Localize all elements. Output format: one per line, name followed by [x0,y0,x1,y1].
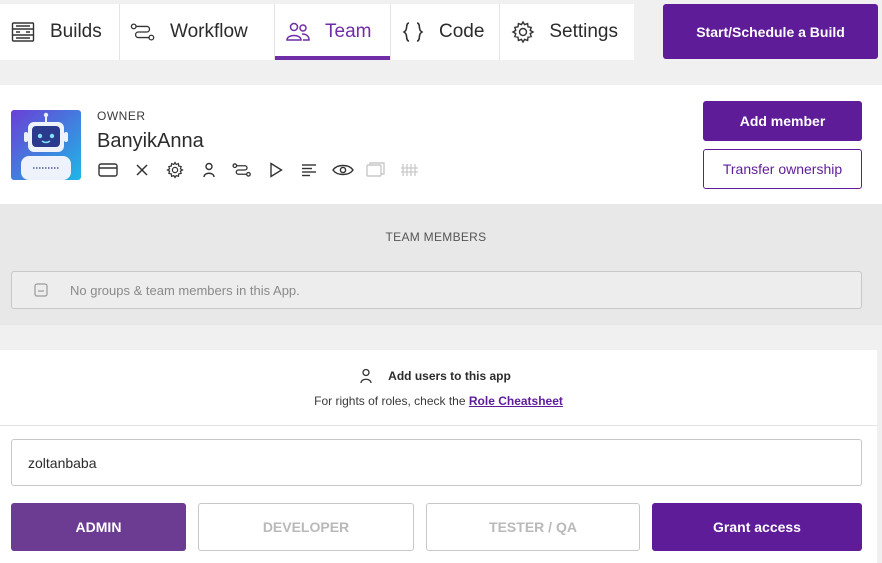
username-input[interactable] [11,439,862,486]
play-icon [265,160,287,180]
empty-list-icon [32,281,50,299]
avatar [11,110,81,180]
role-hint-text: For rights of roles, check the [314,394,466,408]
role-tester-button[interactable]: TESTER / QA [426,503,640,551]
role-admin-button[interactable]: ADMIN [11,503,186,551]
team-members-title: TEAM MEMBERS [385,230,487,244]
user-icon [198,160,220,180]
tab-bar: Builds Workflow Team Code Settings [0,4,634,60]
team-icon [285,19,311,45]
tab-code-label: Code [439,21,485,42]
tab-team-label: Team [325,21,372,42]
builds-icon [10,19,36,45]
add-users-heading: Add users to this app [0,368,877,384]
divider [0,425,877,426]
workflow-icon [130,19,156,45]
empty-members-box: No groups & team members in this App. [11,271,862,309]
code-icon [401,19,425,45]
gear-icon [510,19,535,45]
role-cheatsheet-link[interactable]: Role Cheatsheet [469,394,563,408]
barcode-icon [399,160,421,180]
owner-permissions [97,160,432,180]
tab-team[interactable]: Team [275,4,391,60]
gear-icon [164,160,186,180]
add-users-section: Add users to this app For rights of role… [0,350,877,563]
tab-code[interactable]: Code [391,4,500,60]
tab-workflow[interactable]: Workflow [120,4,275,60]
tab-settings[interactable]: Settings [500,4,634,60]
close-icon [131,160,153,180]
owner-role-label: OWNER [97,109,146,123]
add-users-heading-text: Add users to this app [388,369,511,383]
empty-members-text: No groups & team members in this App. [70,282,300,298]
tab-workflow-label: Workflow [170,21,248,42]
eye-icon [331,160,354,180]
card-icon [97,160,119,180]
tab-builds-label: Builds [50,21,102,42]
transfer-ownership-button[interactable]: Transfer ownership [703,149,862,189]
team-page: Builds Workflow Team Code Settings Start… [0,0,882,563]
top-navigation: Builds Workflow Team Code Settings Start… [0,0,882,62]
owner-name: BanyikAnna [97,130,204,152]
team-members-section: TEAM MEMBERS No groups & team members in… [0,204,882,325]
folder-icon [365,160,387,180]
add-member-button[interactable]: Add member [703,101,862,141]
tab-settings-label: Settings [549,21,618,42]
role-developer-button[interactable]: DEVELOPER [198,503,414,551]
tab-builds[interactable]: Builds [0,4,120,60]
user-icon [358,368,374,384]
owner-card: OWNER BanyikAnna Add member Transfer own… [0,85,882,204]
start-schedule-build-button[interactable]: Start/Schedule a Build [663,4,878,59]
list-icon [298,160,320,180]
role-hint: For rights of roles, check the Role Chea… [0,394,877,408]
workflow-icon [231,160,253,180]
grant-access-button[interactable]: Grant access [652,503,862,551]
